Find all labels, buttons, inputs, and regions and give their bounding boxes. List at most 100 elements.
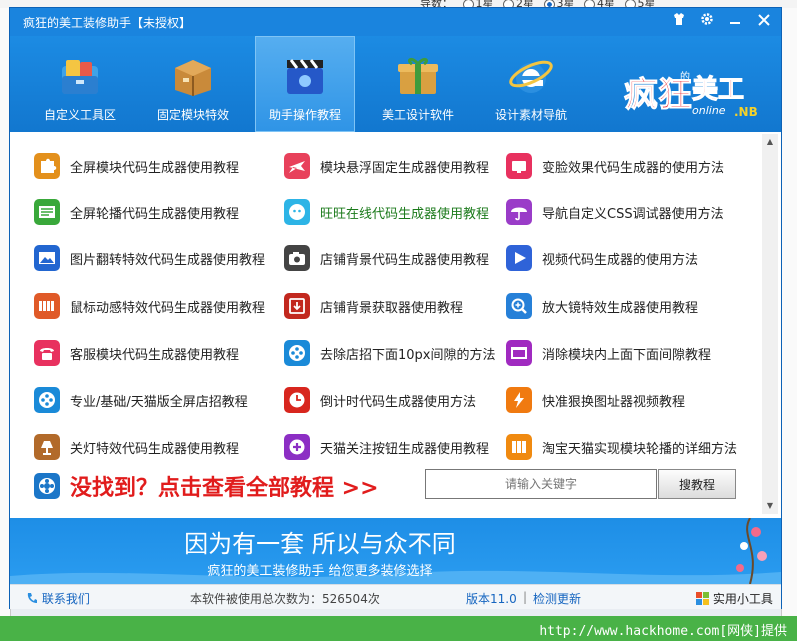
film-reel-icon <box>284 340 310 366</box>
contact-us-link[interactable]: 联系我们 <box>26 590 90 607</box>
check-update-link[interactable]: 检测更新 <box>533 590 581 607</box>
tutorial-item[interactable]: 店铺背景获取器使用教程 <box>284 292 463 320</box>
tool-label: 固定模块特效 <box>156 108 229 122</box>
window-icon <box>506 340 532 366</box>
tool-tutorials[interactable]: 助手操作教程 <box>255 36 355 132</box>
banner-subslogan: 疯狂的美工装修助手 给您更多装修选择 <box>207 564 433 579</box>
tutorial-item[interactable]: 消除模块内上面下面间隙教程 <box>506 339 711 367</box>
download-icon <box>284 293 310 319</box>
tutorial-item[interactable]: 视频代码生成器的使用方法 <box>506 244 698 272</box>
phone-icon <box>34 340 60 366</box>
internet-explorer-icon <box>509 60 553 93</box>
tutorial-label: 模块悬浮固定生成器使用教程 <box>320 160 490 176</box>
tutorial-item[interactable]: 淘宝天猫实现模块轮播的详细方法 <box>506 433 737 461</box>
tutorial-item[interactable]: 客服模块代码生成器使用教程 <box>34 339 239 367</box>
tutorial-item[interactable]: 关灯特效代码生成器使用教程 <box>34 433 239 461</box>
tutorial-label: 淘宝天猫实现模块轮播的详细方法 <box>542 441 738 457</box>
tutorial-label: 专业/基础/天猫版全屏店招教程 <box>70 394 248 410</box>
tool-material-nav[interactable]: 设计素材导航 <box>481 36 581 132</box>
gear-icon[interactable] <box>696 12 718 32</box>
tutorial-item[interactable]: 鼠标动感特效代码生成器使用教程 <box>34 292 265 320</box>
magnifier-icon <box>506 293 532 319</box>
airplane-icon <box>284 153 310 179</box>
site-footer: http://www.hackhome.com[网侠]提供 <box>0 616 797 641</box>
vertical-scrollbar[interactable]: ▲ ▼ <box>762 134 778 514</box>
image-icon <box>34 245 60 271</box>
footer-url: http://www.hackhome.com[网侠]提供 <box>539 624 787 639</box>
status-bar: 联系我们 本软件被使用总次数为：526504次 版本11.0 | 检测更新 实用… <box>10 584 781 609</box>
package-box-icon <box>175 60 211 96</box>
tutorial-item[interactable]: 变脸效果代码生成器的使用方法 <box>506 152 724 180</box>
clapperboard-icon <box>287 59 323 94</box>
tutorial-item[interactable]: 天猫关注按钮生成器使用教程 <box>284 433 489 461</box>
tutorial-label: 消除模块内上面下面间隙教程 <box>542 347 712 363</box>
minimize-icon[interactable] <box>724 12 746 32</box>
tutorial-label: 鼠标动感特效代码生成器使用教程 <box>70 300 266 316</box>
tutorial-item[interactable]: 模块悬浮固定生成器使用教程 <box>284 152 489 180</box>
tool-label: 设计素材导航 <box>494 108 567 122</box>
scroll-down-icon[interactable]: ▼ <box>762 498 778 514</box>
lightning-icon <box>506 387 532 413</box>
tool-design-software[interactable]: 美工设计软件 <box>368 36 468 132</box>
usage-count: 526504次 <box>322 592 380 606</box>
tutorial-item[interactable]: 店铺背景代码生成器使用教程 <box>284 244 489 272</box>
tutorial-label: 全屏轮播代码生成器使用教程 <box>70 206 240 222</box>
gift-box-icon <box>398 57 438 94</box>
lamp-icon <box>34 434 60 460</box>
screen-icon <box>506 153 532 179</box>
tutorial-item[interactable]: 放大镜特效生成器使用教程 <box>506 292 698 320</box>
tool-custom-tools[interactable]: 自定义工具区 <box>30 36 130 132</box>
tutorial-label: 天猫关注按钮生成器使用教程 <box>320 441 490 457</box>
tutorial-item[interactable]: 倒计时代码生成器使用方法 <box>284 386 476 414</box>
search-input[interactable] <box>425 469 657 499</box>
svg-text:美工: 美工 <box>692 74 744 105</box>
tools-label: 实用小工具 <box>712 592 773 606</box>
svg-text:的: 的 <box>680 70 690 83</box>
tutorial-item[interactable]: 去除店招下面10px间隙的方法 <box>284 339 496 367</box>
banner-slogan: 因为有一套 所以与众不同 <box>184 530 456 558</box>
puzzle-icon <box>34 153 60 179</box>
main-toolbar: 自定义工具区 固定模块特效 助手操作教程 美工设计软件 设计素材导航 疯狂 美工… <box>10 36 781 132</box>
usage-counter: 本软件被使用总次数为：526504次 <box>190 590 380 607</box>
tutorial-label: 变脸效果代码生成器的使用方法 <box>542 160 725 176</box>
search-button[interactable]: 搜教程 <box>658 469 736 499</box>
separator: | <box>523 590 528 604</box>
tutorial-item[interactable]: 旺旺在线代码生成器使用教程 <box>284 198 489 226</box>
play-icon <box>506 245 532 271</box>
contact-us-label: 联系我们 <box>41 592 90 606</box>
tutorial-item[interactable]: 专业/基础/天猫版全屏店招教程 <box>34 386 248 414</box>
clock-icon <box>284 387 310 413</box>
view-all-tutorials-link[interactable]: 没找到？点击查看全部教程 >> <box>34 470 379 502</box>
tool-label: 助手操作教程 <box>268 108 341 122</box>
toolbox-icon <box>62 60 98 94</box>
version-label: 版本11.0 <box>466 592 517 606</box>
camera-icon <box>284 245 310 271</box>
grid-icon <box>506 434 532 460</box>
tutorial-item[interactable]: 全屏轮播代码生成器使用教程 <box>34 198 239 226</box>
tutorial-item[interactable]: 图片翻转特效代码生成器使用教程 <box>34 244 265 272</box>
tutorial-item[interactable]: 导航自定义CSS调试器使用方法 <box>506 198 724 226</box>
tutorial-item[interactable]: 全屏模块代码生成器使用教程 <box>34 152 239 180</box>
tool-fixed-effects[interactable]: 固定模块特效 <box>143 36 243 132</box>
tutorial-label: 旺旺在线代码生成器使用教程 <box>320 206 490 222</box>
tool-label: 自定义工具区 <box>43 108 116 122</box>
tools-button[interactable]: 实用小工具 <box>696 590 773 607</box>
tutorial-item[interactable]: 快准狠换图址器视频教程 <box>506 386 685 414</box>
scroll-up-icon[interactable]: ▲ <box>762 134 778 150</box>
tutorial-label: 放大镜特效生成器使用教程 <box>542 300 699 316</box>
slides-icon <box>34 199 60 225</box>
film-reel-icon <box>34 473 60 499</box>
umbrella-icon <box>506 199 532 225</box>
tutorial-label: 店铺背景获取器使用教程 <box>320 300 464 316</box>
app-window: 疯狂的美工装修助手【未授权】 自定义工具区 固定模块特效 助手操作教程 美工设计… <box>10 8 781 609</box>
close-icon[interactable] <box>753 12 775 32</box>
skin-icon[interactable] <box>668 12 690 32</box>
chat-face-icon <box>284 199 310 225</box>
tutorial-label: 去除店招下面10px间隙的方法 <box>320 347 496 363</box>
windows-logo-icon <box>696 592 709 605</box>
tutorial-label: 店铺背景代码生成器使用教程 <box>320 252 490 268</box>
tutorial-label: 全屏模块代码生成器使用教程 <box>70 160 240 176</box>
title-bar: 疯狂的美工装修助手【未授权】 <box>10 8 781 36</box>
tool-label: 美工设计软件 <box>381 108 454 122</box>
tutorial-label: 倒计时代码生成器使用方法 <box>320 394 477 410</box>
